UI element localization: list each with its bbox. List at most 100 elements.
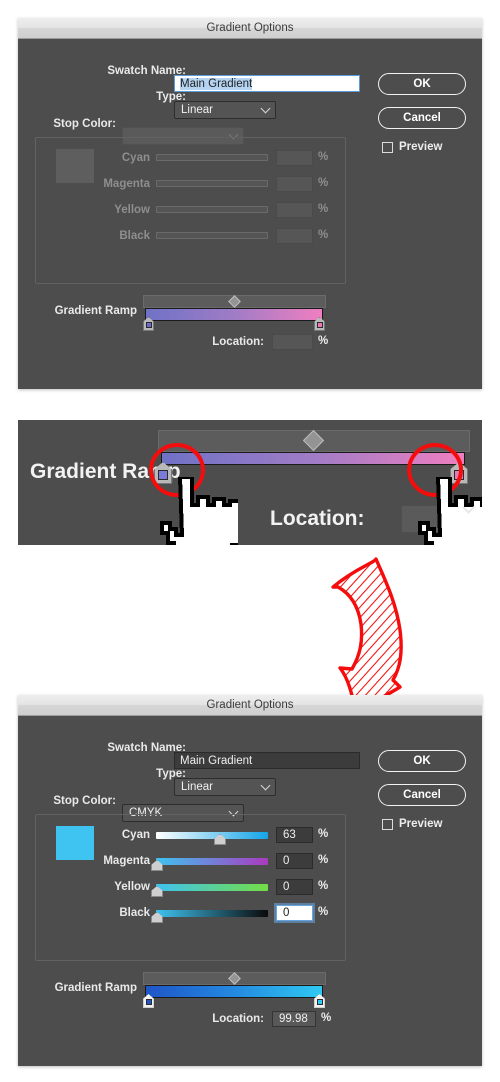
titlebar-top: Gradient Options	[18, 18, 482, 39]
location-input[interactable]: 99.98	[272, 1011, 316, 1027]
channel-label: Yellow	[114, 204, 150, 216]
channel-slider[interactable]	[156, 232, 268, 239]
dialog-title: Gradient Options	[206, 699, 294, 711]
stop-color-inner	[145, 322, 152, 328]
gradient-stop-left[interactable]	[143, 317, 154, 331]
percent-sign: %	[318, 203, 329, 215]
gradient-stop-left[interactable]	[143, 994, 154, 1008]
channel-slider[interactable]	[156, 884, 268, 891]
gradient-ramp-label: Gradient Ramp	[54, 982, 137, 994]
type-label: Type:	[156, 91, 186, 103]
dialog-title: Gradient Options	[206, 22, 294, 34]
channel-value: 63	[283, 829, 296, 841]
titlebar-bottom: Gradient Options	[18, 695, 482, 716]
pointing-hand-cursor-right	[418, 477, 482, 545]
channel-value: 0	[283, 881, 290, 893]
ok-button-label: OK	[413, 78, 431, 90]
preview-checkbox-row[interactable]: Preview	[382, 141, 442, 153]
channel-label: Magenta	[103, 855, 150, 867]
channel-label: Cyan	[121, 829, 150, 841]
annotated-detail-panel: Gradient Ramp Location:	[18, 420, 482, 545]
swatch-name-label: Swatch Name:	[107, 742, 186, 754]
location-percent-sign: %	[321, 1012, 332, 1024]
percent-sign: %	[318, 828, 329, 840]
chevron-down-icon	[260, 103, 271, 114]
percent-sign: %	[318, 880, 329, 892]
channel-label: Magenta	[103, 178, 150, 190]
percent-sign: %	[318, 906, 329, 918]
ok-button[interactable]: OK	[378, 750, 466, 772]
type-select[interactable]: Linear	[174, 778, 276, 796]
channel-label: Yellow	[114, 881, 150, 893]
dialog-body-bottom: Swatch Name: Main Gradient Type: Linear …	[18, 716, 482, 1066]
channel-slider[interactable]	[156, 910, 268, 917]
channel-input[interactable]	[276, 202, 313, 218]
gradient-ramp-top[interactable]	[143, 295, 326, 331]
gradient-preview-bar	[145, 985, 323, 998]
swatch-name-input[interactable]: Main Gradient	[174, 75, 360, 92]
channel-slider[interactable]	[156, 154, 268, 161]
gradient-stop-right[interactable]	[314, 994, 325, 1008]
gradient-options-dialog-bottom: Gradient Options Swatch Name: Main Gradi…	[18, 695, 482, 1066]
preview-checkbox-row[interactable]: Preview	[382, 818, 442, 830]
ok-button-label: OK	[413, 755, 431, 767]
pointing-hand-cursor-left	[160, 477, 238, 545]
location-label: Location:	[212, 1013, 264, 1025]
channel-slider[interactable]	[156, 180, 268, 187]
type-value: Linear	[181, 781, 213, 793]
percent-sign: %	[318, 854, 329, 866]
checkbox-icon[interactable]	[382, 818, 393, 830]
dialog-body-top: Swatch Name: Main Gradient Type: Linear …	[18, 39, 482, 389]
checkbox-icon[interactable]	[382, 141, 393, 153]
gradient-stop-right[interactable]	[314, 317, 325, 331]
gradient-ramp-bottom[interactable]	[143, 972, 326, 1008]
channel-value: 0	[283, 907, 290, 919]
type-value: Linear	[181, 104, 213, 116]
location-input[interactable]	[272, 334, 313, 350]
gradient-options-dialog-top: Gradient Options Swatch Name: Main Gradi…	[18, 18, 482, 389]
percent-sign: %	[318, 177, 329, 189]
channel-input[interactable]	[276, 228, 313, 244]
gradient-preview-bar	[145, 308, 323, 321]
swatch-name-value: Main Gradient	[180, 77, 253, 90]
channel-label: Black	[119, 907, 150, 919]
cancel-button-label: Cancel	[403, 789, 441, 801]
preview-label: Preview	[399, 141, 443, 153]
channel-input[interactable]: 63	[276, 827, 313, 843]
stop-color-inner	[316, 322, 323, 328]
channel-slider[interactable]	[156, 858, 268, 865]
location-label: Location:	[212, 336, 264, 348]
channel-input[interactable]	[276, 176, 313, 192]
swatch-name-label: Swatch Name:	[107, 65, 186, 77]
cancel-button-label: Cancel	[403, 112, 441, 124]
location-value: 99.98	[279, 1013, 308, 1025]
swatch-name-value: Main Gradient	[180, 754, 253, 767]
type-label: Type:	[156, 768, 186, 780]
channel-value: 0	[283, 855, 290, 867]
ok-button[interactable]: OK	[378, 73, 466, 95]
channel-label: Cyan	[121, 152, 150, 164]
chevron-down-icon	[260, 780, 271, 791]
percent-sign: %	[318, 151, 329, 163]
channel-slider[interactable]	[156, 832, 268, 839]
channel-input[interactable]: 0	[276, 905, 313, 921]
gradient-ramp-label: Gradient Ramp	[54, 305, 137, 317]
cancel-button[interactable]: Cancel	[378, 107, 466, 129]
channel-input[interactable]: 0	[276, 879, 313, 895]
swatch-name-input[interactable]: Main Gradient	[174, 752, 360, 769]
location-label-zoom: Location:	[270, 507, 365, 530]
stop-color-label: Stop Color:	[53, 795, 116, 807]
location-percent-sign: %	[318, 335, 329, 347]
percent-sign: %	[318, 229, 329, 241]
curved-down-arrow-annotation	[331, 557, 403, 716]
channel-label: Black	[119, 230, 150, 242]
channel-input[interactable]: 0	[276, 853, 313, 869]
stop-color-inner	[145, 999, 152, 1005]
stop-color-label: Stop Color:	[53, 118, 116, 130]
cancel-button[interactable]: Cancel	[378, 784, 466, 806]
type-select[interactable]: Linear	[174, 101, 276, 119]
preview-label: Preview	[399, 818, 443, 830]
channel-input[interactable]	[276, 150, 313, 166]
stop-color-inner	[316, 999, 323, 1005]
channel-slider[interactable]	[156, 206, 268, 213]
